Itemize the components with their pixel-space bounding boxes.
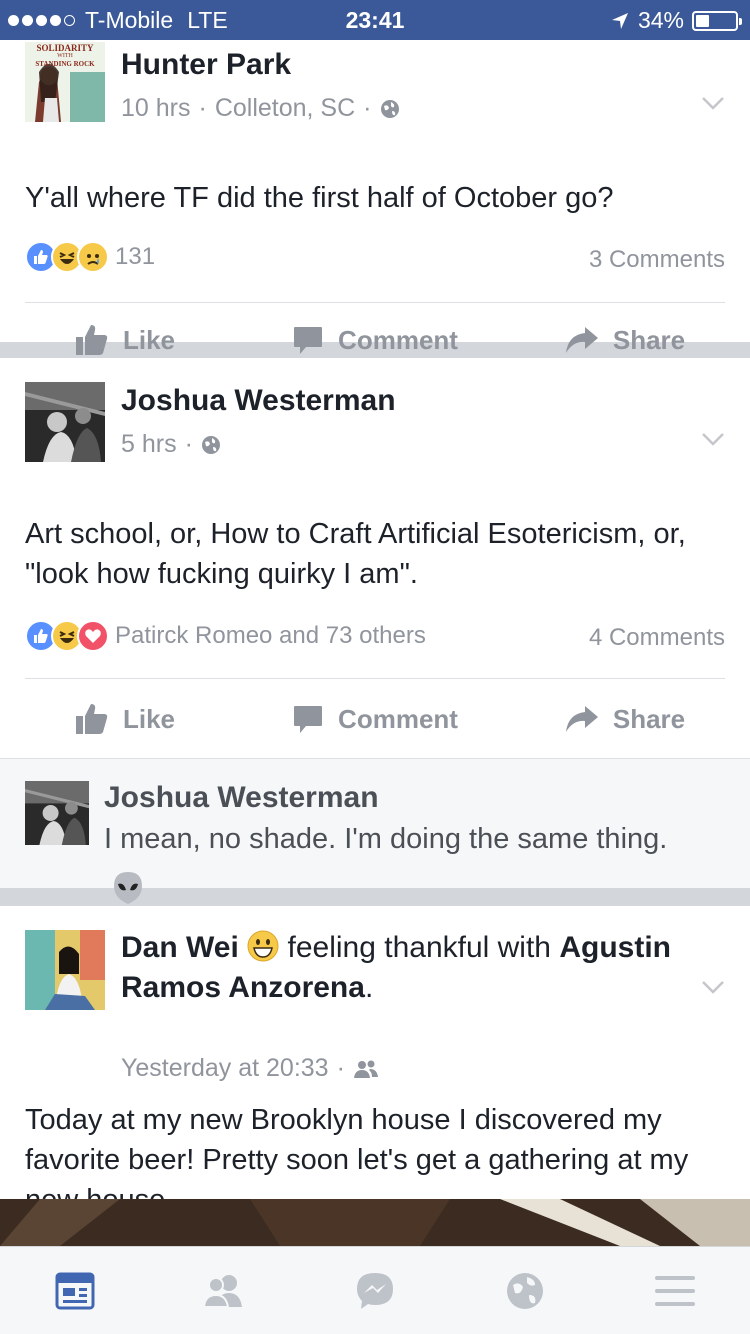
tab-messenger[interactable]: [300, 1247, 450, 1334]
author-avatar[interactable]: [25, 930, 105, 1010]
comment-bubble-icon: [294, 706, 323, 733]
tab-friend-requests[interactable]: [150, 1247, 300, 1334]
author-photo: [25, 930, 105, 1010]
news-feed-icon: [55, 1272, 95, 1309]
author-photo: [25, 382, 105, 462]
author-name[interactable]: Dan Wei: [121, 931, 239, 964]
commenter-name[interactable]: Joshua Westerman: [104, 781, 379, 815]
alien-emoji-icon: [114, 872, 142, 905]
action-bar: Like Comment Share: [0, 681, 750, 757]
chevron-down-icon[interactable]: [700, 974, 726, 1000]
author-name[interactable]: Joshua Westerman: [121, 384, 396, 418]
reaction-summary[interactable]: 131: [25, 241, 155, 273]
post-photo[interactable]: [0, 1199, 750, 1246]
author-avatar[interactable]: [25, 382, 105, 462]
reaction-names: Patirck Romeo and 73 others: [115, 622, 426, 649]
notifications-globe-icon: [507, 1272, 543, 1309]
post-card: Dan Wei feeling thankful with Agustin Ra…: [0, 906, 750, 1246]
love-reaction-icon: [77, 620, 109, 652]
thumbs-up-icon: [75, 704, 108, 734]
more-menu-icon: [655, 1275, 695, 1306]
feeling-text: feeling thankful with: [287, 931, 552, 964]
battery-percent: 34%: [637, 7, 684, 33]
comment-text: I mean, no shade. I'm doing the same thi…: [104, 815, 710, 911]
tab-more[interactable]: [600, 1247, 750, 1334]
post-meta: 10 hrs · Colleton, SC ·: [121, 94, 400, 123]
commenter-photo: [25, 781, 89, 845]
friend-requests-icon: [202, 1274, 242, 1308]
like-button[interactable]: Like: [0, 681, 250, 757]
commenter-avatar[interactable]: [25, 781, 89, 845]
friends-icon: [353, 1060, 378, 1078]
comments-count[interactable]: 3 Comments: [589, 246, 725, 274]
author-name[interactable]: Hunter Park: [121, 48, 291, 82]
comment-button[interactable]: Comment: [250, 681, 500, 757]
tab-news-feed[interactable]: [0, 1247, 150, 1334]
photo-preview: [0, 1199, 750, 1246]
share-arrow-icon: [565, 327, 598, 353]
grinning-emoji-icon: [247, 930, 279, 962]
share-arrow-icon: [565, 706, 598, 732]
avatar-badge-text: SOLIDARITY WITH STANDING ROCK: [35, 43, 95, 69]
post-meta: 5 hrs ·: [121, 430, 221, 459]
post-meta: Yesterday at 20:33 ·: [121, 1054, 379, 1083]
post-time[interactable]: Yesterday at 20:33: [121, 1054, 329, 1083]
battery-icon: [692, 10, 742, 31]
top-comment[interactable]: Joshua Westerman I mean, no shade. I'm d…: [0, 758, 750, 905]
post-header-line: Dan Wei feeling thankful with Agustin Ra…: [121, 930, 671, 1004]
news-feed[interactable]: SOLIDARITY WITH STANDING ROCK Hunter Par…: [0, 40, 750, 1246]
location-arrow-icon: [611, 12, 628, 29]
divider: [25, 302, 725, 303]
post-time[interactable]: 10 hrs: [121, 94, 190, 123]
globe-icon: [201, 435, 220, 454]
post-time[interactable]: 5 hrs: [121, 430, 177, 459]
post-card: Joshua Westerman 5 hrs · Art school, or, …: [0, 358, 750, 905]
reaction-count: 131: [115, 243, 156, 270]
chevron-down-icon[interactable]: [700, 90, 726, 116]
bottom-tab-bar: [0, 1246, 750, 1334]
comments-count[interactable]: 4 Comments: [589, 624, 725, 652]
share-button[interactable]: Share: [500, 681, 750, 757]
reaction-summary[interactable]: Patirck Romeo and 73 others: [25, 620, 426, 652]
post-location[interactable]: Colleton, SC: [215, 94, 355, 123]
chevron-down-icon[interactable]: [700, 426, 726, 452]
post-card: SOLIDARITY WITH STANDING ROCK Hunter Par…: [0, 40, 750, 355]
author-avatar[interactable]: SOLIDARITY WITH STANDING ROCK: [25, 42, 105, 122]
post-text: Y'all where TF did the first half of Oct…: [25, 182, 614, 214]
divider: [25, 678, 725, 679]
comment-bubble-icon: [294, 327, 323, 354]
globe-icon: [380, 99, 399, 118]
status-bar: T-Mobile LTE 23:41 34%: [0, 0, 750, 40]
post-text: Art school, or, How to Craft Artificial …: [25, 518, 686, 590]
tab-notifications[interactable]: [450, 1247, 600, 1334]
messenger-icon: [357, 1272, 393, 1309]
thumbs-up-icon: [75, 325, 108, 355]
sad-reaction-icon: [77, 241, 109, 273]
